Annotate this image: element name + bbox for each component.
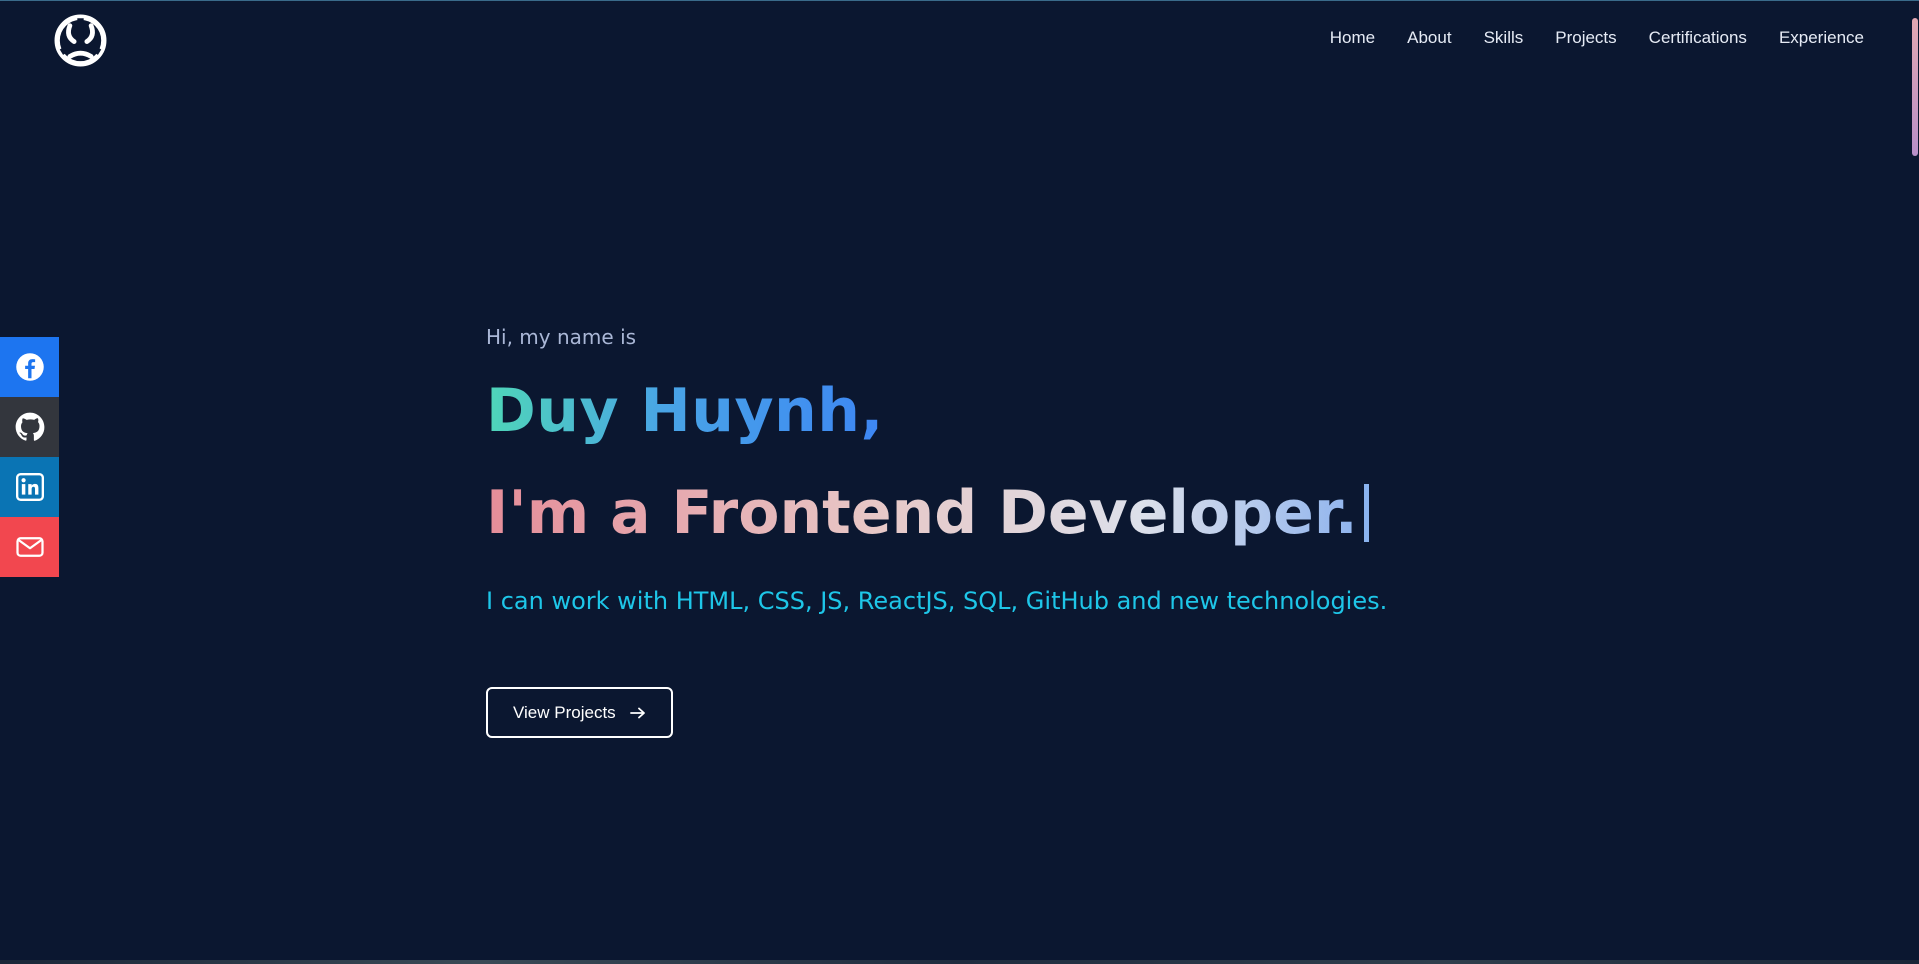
nav-item-projects[interactable]: Projects — [1555, 28, 1616, 48]
main-nav: Home About Skills Projects Certification… — [1330, 28, 1864, 48]
logo-icon[interactable] — [54, 14, 107, 67]
nav-item-certifications[interactable]: Certifications — [1649, 28, 1747, 48]
hero-greeting: Hi, my name is — [486, 325, 637, 349]
hero-skills: I can work with HTML, CSS, JS, ReactJS, … — [486, 587, 1388, 615]
hero-role: I'm a Frontend Developer. — [486, 477, 1387, 549]
view-projects-button[interactable]: View Projects — [486, 687, 673, 738]
scrollbar-thumb[interactable] — [1912, 18, 1918, 156]
mail-icon — [15, 537, 44, 557]
hero-section: Hi, my name is Duy Huynh, I'm a Frontend… — [486, 325, 1387, 738]
arrow-right-icon — [629, 707, 645, 718]
bottom-edge — [0, 960, 1919, 964]
view-projects-label: View Projects — [513, 702, 616, 722]
nav-item-about[interactable]: About — [1407, 28, 1451, 48]
typing-caret — [1363, 484, 1369, 542]
nav-item-skills[interactable]: Skills — [1484, 28, 1524, 48]
hero-role-text: I'm a Frontend Developer. — [486, 478, 1358, 548]
mail-link[interactable] — [0, 517, 59, 577]
top-border — [0, 0, 1919, 1]
linkedin-icon — [15, 473, 44, 501]
github-link[interactable] — [0, 397, 59, 457]
hero-name: Duy Huynh, — [486, 376, 884, 446]
social-sidebar — [0, 337, 59, 577]
nav-item-home[interactable]: Home — [1330, 28, 1375, 48]
github-icon — [15, 412, 44, 441]
linkedin-link[interactable] — [0, 457, 59, 517]
nav-item-experience[interactable]: Experience — [1779, 28, 1864, 48]
facebook-icon — [15, 353, 44, 381]
facebook-link[interactable] — [0, 337, 59, 397]
